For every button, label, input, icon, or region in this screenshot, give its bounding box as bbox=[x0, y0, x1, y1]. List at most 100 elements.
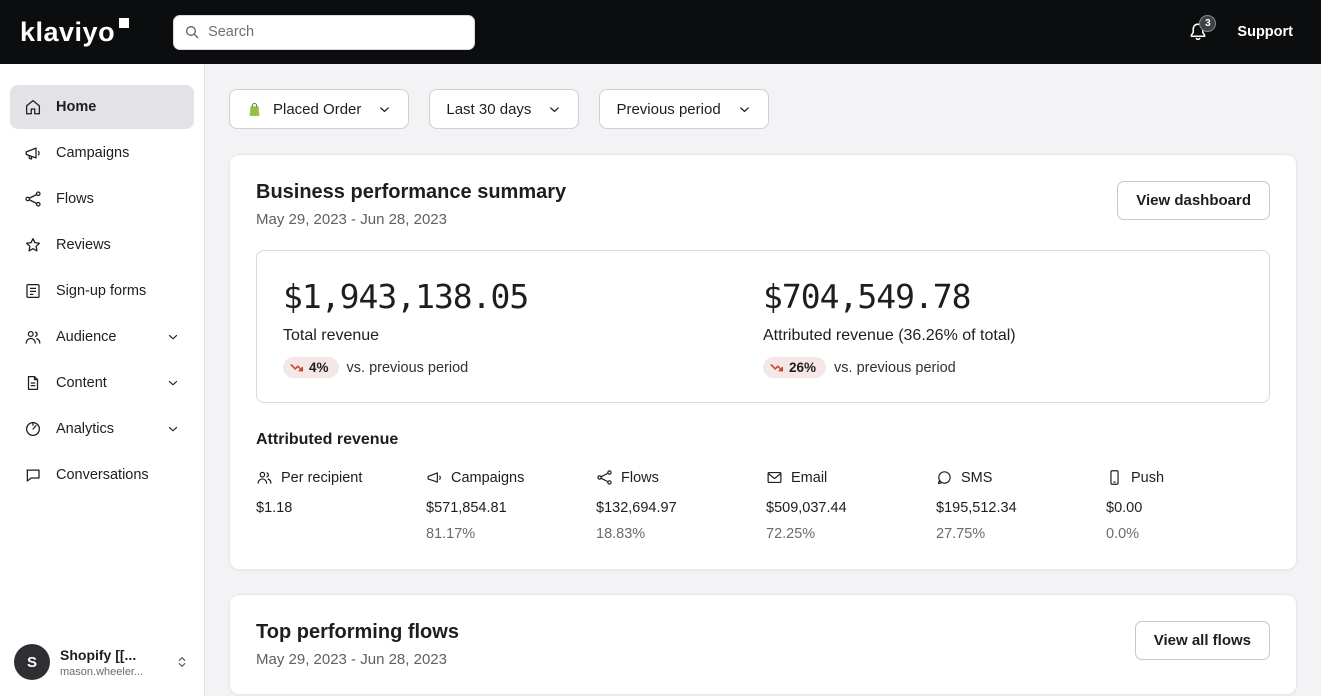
file-icon bbox=[24, 374, 42, 392]
revenue-metrics-box: $1,943,138.05 Total revenue 4% vs. previ… bbox=[256, 250, 1270, 403]
top-header: klaviyo 3 Support bbox=[0, 0, 1321, 64]
flows-icon bbox=[24, 190, 42, 208]
sidebar-item-home[interactable]: Home bbox=[10, 85, 194, 129]
change-value: 4% bbox=[309, 360, 329, 375]
sidebar-item-label: Conversations bbox=[56, 467, 149, 483]
breakdown-value: $132,694.97 bbox=[596, 500, 677, 516]
avatar: S bbox=[14, 644, 50, 680]
sidebar-item-label: Analytics bbox=[56, 421, 115, 437]
flows-icon bbox=[596, 469, 613, 486]
card-title: Business performance summary bbox=[256, 181, 567, 203]
people-icon bbox=[256, 469, 273, 486]
sidebar-item-label: Campaigns bbox=[56, 145, 130, 161]
chevron-down-icon bbox=[547, 102, 562, 117]
chevron-down-icon bbox=[377, 102, 392, 117]
sidebar: Home Campaigns Flows Reviews Sign-up for… bbox=[0, 64, 205, 696]
gauge-icon bbox=[24, 420, 42, 438]
breakdown-value: $571,854.81 bbox=[426, 500, 507, 516]
sidebar-item-label: Audience bbox=[56, 329, 117, 345]
search-icon bbox=[184, 24, 200, 40]
metric-filter-value: Placed Order bbox=[273, 100, 362, 118]
change-badge: 4% bbox=[283, 357, 339, 378]
chevron-down-icon bbox=[166, 376, 180, 390]
mobile-icon bbox=[1106, 469, 1123, 486]
breakdown-value: $0.00 bbox=[1106, 500, 1143, 516]
metric-filter-dropdown[interactable]: Placed Order bbox=[229, 89, 410, 129]
business-performance-card: Business performance summary May 29, 202… bbox=[229, 154, 1297, 570]
global-search[interactable] bbox=[173, 14, 476, 50]
sidebar-item-flows[interactable]: Flows bbox=[10, 177, 194, 221]
account-switcher[interactable]: S Shopify [[... mason.wheeler... bbox=[0, 630, 204, 696]
chevron-updown-icon bbox=[174, 654, 190, 670]
star-icon bbox=[24, 236, 42, 254]
breakdown-label: SMS bbox=[961, 469, 993, 486]
date-range-value: Last 30 days bbox=[446, 100, 532, 118]
trend-down-icon bbox=[290, 361, 304, 375]
sidebar-item-audience[interactable]: Audience bbox=[10, 315, 194, 359]
breakdown-item-flows: Flows $132,694.97 18.83% bbox=[596, 469, 766, 543]
date-range-dropdown[interactable]: Last 30 days bbox=[429, 89, 580, 129]
sidebar-item-label: Content bbox=[56, 375, 107, 391]
account-email: mason.wheeler... bbox=[60, 665, 144, 678]
sidebar-item-analytics[interactable]: Analytics bbox=[10, 407, 194, 451]
total-revenue-metric: $1,943,138.05 Total revenue 4% vs. previ… bbox=[283, 277, 763, 378]
total-revenue-value: $1,943,138.05 bbox=[283, 277, 529, 316]
attributed-revenue-label: Attributed revenue (36.26% of total) bbox=[763, 327, 1016, 344]
breakdown-value: $1.18 bbox=[256, 500, 293, 516]
people-icon bbox=[24, 328, 42, 346]
sidebar-item-label: Flows bbox=[56, 191, 94, 207]
breakdown-label: Flows bbox=[621, 469, 659, 486]
breakdown-item-sms: SMS $195,512.34 27.75% bbox=[936, 469, 1106, 543]
sidebar-item-signup-forms[interactable]: Sign-up forms bbox=[10, 269, 194, 313]
breakdown-percent: 72.25% bbox=[766, 526, 816, 542]
attributed-revenue-breakdown: Per recipient $1.18 Campaigns $571,854.8… bbox=[256, 469, 1270, 543]
change-note: vs. previous period bbox=[346, 359, 469, 376]
total-revenue-label: Total revenue bbox=[283, 327, 380, 344]
breakdown-label: Email bbox=[791, 469, 828, 486]
breakdown-percent: 27.75% bbox=[936, 526, 986, 542]
home-icon bbox=[24, 98, 42, 116]
breakdown-title: Attributed revenue bbox=[256, 431, 399, 448]
klaviyo-logo[interactable]: klaviyo bbox=[20, 17, 130, 48]
card-date-range: May 29, 2023 - Jun 28, 2023 bbox=[256, 211, 447, 228]
top-performing-flows-card: Top performing flows May 29, 2023 - Jun … bbox=[229, 594, 1297, 695]
sidebar-item-conversations[interactable]: Conversations bbox=[10, 453, 194, 497]
speech-bubble-icon bbox=[936, 469, 953, 486]
breakdown-item-campaigns: Campaigns $571,854.81 81.17% bbox=[426, 469, 596, 543]
attributed-revenue-metric: $704,549.78 Attributed revenue (36.26% o… bbox=[763, 277, 1243, 378]
breakdown-percent: 18.83% bbox=[596, 526, 646, 542]
chevron-down-icon bbox=[166, 330, 180, 344]
breakdown-value: $195,512.34 bbox=[936, 500, 1017, 516]
logo-flag-icon bbox=[119, 17, 130, 28]
search-input[interactable] bbox=[208, 24, 465, 40]
attributed-revenue-value: $704,549.78 bbox=[763, 277, 972, 316]
sidebar-item-label: Reviews bbox=[56, 237, 111, 253]
account-name: Shopify [[... bbox=[60, 646, 137, 663]
sidebar-item-label: Home bbox=[56, 99, 97, 115]
card-title: Top performing flows bbox=[256, 621, 459, 643]
view-all-flows-button[interactable]: View all flows bbox=[1134, 621, 1270, 660]
breakdown-item-per-recipient: Per recipient $1.18 bbox=[256, 469, 426, 543]
breakdown-percent: 0.0% bbox=[1106, 526, 1140, 542]
change-note: vs. previous period bbox=[834, 359, 956, 376]
breakdown-label: Push bbox=[1131, 469, 1165, 486]
view-dashboard-button[interactable]: View dashboard bbox=[1117, 181, 1270, 220]
shopify-bag-icon bbox=[246, 101, 263, 118]
sidebar-item-content[interactable]: Content bbox=[10, 361, 194, 405]
breakdown-value: $509,037.44 bbox=[766, 500, 847, 516]
breakdown-label: Per recipient bbox=[281, 469, 363, 486]
support-link[interactable]: Support bbox=[1237, 24, 1293, 40]
trend-down-icon bbox=[770, 361, 784, 375]
comparison-dropdown[interactable]: Previous period bbox=[599, 89, 769, 129]
envelope-icon bbox=[766, 469, 783, 486]
chat-icon bbox=[24, 466, 42, 484]
change-badge: 26% bbox=[763, 357, 827, 378]
change-value: 26% bbox=[789, 360, 817, 375]
notifications-button[interactable]: 3 bbox=[1187, 15, 1217, 43]
chevron-down-icon bbox=[166, 422, 180, 436]
breakdown-percent: 81.17% bbox=[426, 526, 476, 542]
card-date-range: May 29, 2023 - Jun 28, 2023 bbox=[256, 651, 447, 668]
sidebar-item-reviews[interactable]: Reviews bbox=[10, 223, 194, 267]
sidebar-item-campaigns[interactable]: Campaigns bbox=[10, 131, 194, 175]
sidebar-item-label: Sign-up forms bbox=[56, 283, 147, 299]
